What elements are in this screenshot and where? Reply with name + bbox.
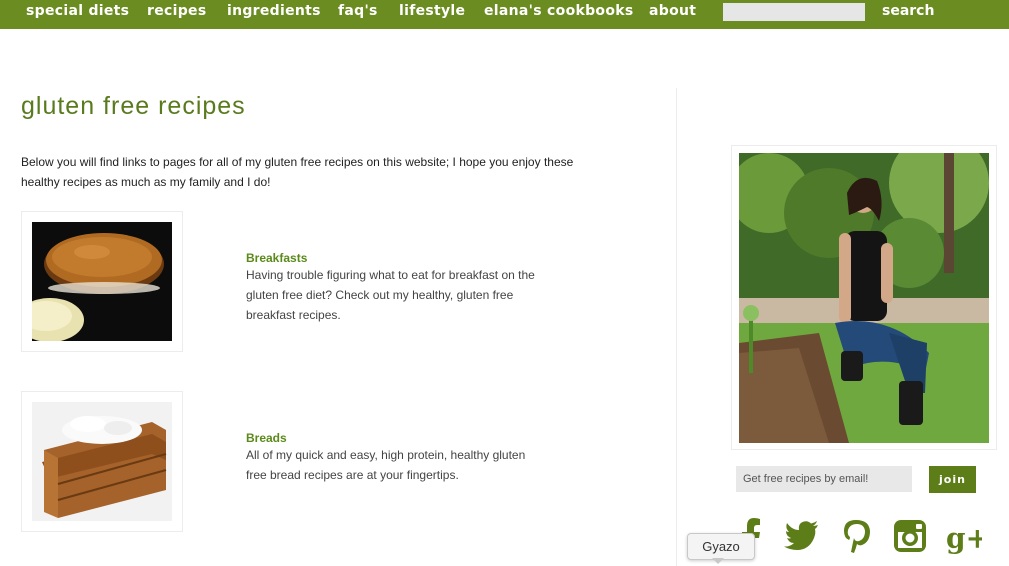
- column-divider: [676, 88, 677, 566]
- author-garden-photo: [739, 153, 989, 443]
- join-button[interactable]: join: [929, 466, 976, 493]
- breakfasts-thumbnail[interactable]: [21, 211, 183, 352]
- svg-text:g+: g+: [946, 522, 982, 554]
- search-button[interactable]: search: [882, 3, 934, 19]
- nav-special-diets[interactable]: special diets: [26, 3, 129, 19]
- google-plus-icon[interactable]: g+: [946, 518, 982, 554]
- nav-lifestyle[interactable]: lifestyle: [399, 3, 465, 19]
- pinterest-icon[interactable]: [838, 518, 874, 554]
- pancake-photo: [32, 222, 172, 341]
- page-title: gluten free recipes: [21, 92, 246, 120]
- nav-faqs[interactable]: faq's: [338, 3, 378, 19]
- nav-recipes[interactable]: recipes: [147, 3, 206, 19]
- top-nav-bar: special diets recipes ingredients faq's …: [0, 0, 1009, 29]
- email-signup-input[interactable]: [736, 466, 912, 492]
- search-input[interactable]: [723, 3, 865, 21]
- tooltip-arrow: [712, 558, 724, 564]
- nav-cookbooks[interactable]: elana's cookbooks: [484, 3, 634, 19]
- author-photo-frame: [731, 145, 997, 450]
- category-desc-breakfasts: Having trouble figuring what to eat for …: [246, 268, 535, 322]
- bread-photo: [32, 402, 172, 521]
- instagram-icon[interactable]: [892, 518, 928, 554]
- category-title-breads[interactable]: Breads: [246, 431, 287, 445]
- nav-about[interactable]: about: [649, 3, 696, 19]
- category-title-breakfasts[interactable]: Breakfasts: [246, 251, 307, 265]
- gyazo-tooltip: Gyazo: [687, 533, 755, 560]
- category-desc-breads: All of my quick and easy, high protein, …: [246, 448, 526, 482]
- intro-text: Below you will find links to pages for a…: [21, 155, 574, 189]
- nav-ingredients[interactable]: ingredients: [227, 3, 321, 19]
- breads-thumbnail[interactable]: [21, 391, 183, 532]
- twitter-icon[interactable]: [784, 518, 820, 554]
